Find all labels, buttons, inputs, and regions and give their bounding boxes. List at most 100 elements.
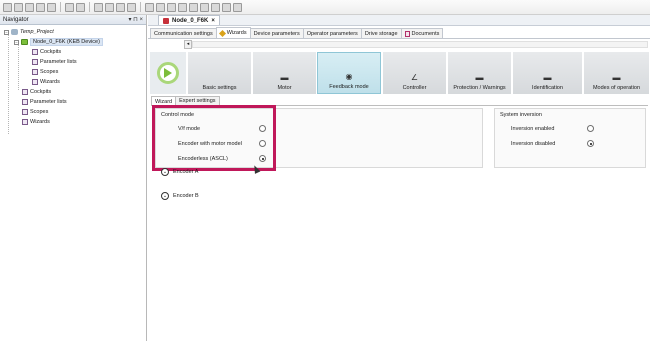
tree-item-device-scopes[interactable]: Scopes bbox=[32, 67, 58, 77]
key-icon[interactable] bbox=[189, 2, 198, 12]
document-tab[interactable]: Node_0_F6K × bbox=[158, 15, 220, 25]
wizard-step-bar: Basic settings ▬ Motor ◉ Feedback mode ∠… bbox=[148, 52, 650, 94]
tree-item-label: Scopes bbox=[40, 69, 59, 75]
redo-icon[interactable] bbox=[76, 2, 85, 12]
print-icon[interactable] bbox=[47, 2, 56, 12]
option-inversion-enabled-label: Inversion enabled bbox=[511, 126, 555, 132]
step-protection-warnings[interactable]: ▬ Protection / Warnings bbox=[447, 52, 511, 94]
scroll-track[interactable] bbox=[192, 41, 648, 48]
step-label: Protection / Warnings bbox=[453, 85, 506, 91]
collapse-icon[interactable]: − bbox=[14, 39, 19, 45]
tree-item-scopes[interactable]: Scopes bbox=[22, 107, 48, 117]
tree-item-label: Temp_Project bbox=[20, 29, 54, 35]
encoder-b-label: Encoder B bbox=[173, 193, 199, 199]
tree-item-wizards[interactable]: Wizards bbox=[22, 117, 50, 127]
delete-icon[interactable] bbox=[127, 2, 136, 12]
option-inversion-disabled-label: Inversion disabled bbox=[511, 141, 556, 147]
tab-device-parameters[interactable]: Device parameters bbox=[249, 28, 304, 38]
tab-expert-settings[interactable]: Expert settings bbox=[175, 96, 220, 105]
online-icon[interactable] bbox=[167, 2, 176, 12]
tree-item-cockpits[interactable]: Cockpits bbox=[22, 87, 51, 97]
step-label: Controller bbox=[402, 85, 427, 91]
tab-documents[interactable]: Documents bbox=[400, 28, 444, 38]
tab-communication-settings[interactable]: Communication settings bbox=[150, 28, 217, 38]
step-modes-of-operation[interactable]: ▬ Modes of operation bbox=[583, 52, 649, 94]
save-icon[interactable] bbox=[25, 2, 34, 12]
tree-item-label: Wizards bbox=[40, 79, 60, 85]
wand-icon bbox=[218, 29, 226, 37]
tree-item-parameter-lists[interactable]: Parameter lists bbox=[22, 97, 67, 107]
navigator-title: Navigator bbox=[3, 16, 29, 23]
tab-label: Wizard bbox=[155, 98, 173, 105]
tree-item-label: Node_0_F6K (KEB Device) bbox=[30, 38, 103, 46]
tree-item-device-parameter-lists[interactable]: Parameter lists bbox=[32, 57, 77, 67]
tree-item-label: Cockpits bbox=[40, 49, 62, 55]
tree-item-device[interactable]: − Node_0_F6K (KEB Device) bbox=[14, 37, 103, 47]
step-identification[interactable]: ▬ Identification bbox=[512, 52, 582, 94]
encoder-b-section[interactable]: ⌄ Encoder B bbox=[161, 192, 199, 200]
scan-icon[interactable] bbox=[178, 2, 187, 12]
toolbar-separator bbox=[89, 2, 90, 12]
tab-label: Communication settings bbox=[154, 30, 213, 37]
copy-icon[interactable] bbox=[105, 2, 114, 12]
tree-item-project[interactable]: − Temp_Project bbox=[4, 27, 54, 37]
device-document-icon bbox=[163, 17, 169, 24]
step-controller[interactable]: ∠ Controller bbox=[382, 52, 446, 94]
encoder-a-label: Encoder A bbox=[173, 169, 199, 175]
wizard-start-button[interactable] bbox=[150, 52, 186, 94]
find-icon[interactable] bbox=[145, 2, 154, 12]
save-all-icon[interactable] bbox=[36, 2, 45, 12]
tab-label: Device parameters bbox=[253, 30, 300, 37]
main-toolbar bbox=[0, 0, 650, 15]
tab-wizards[interactable]: Wizards bbox=[215, 27, 251, 38]
identification-icon: ▬ bbox=[543, 73, 552, 82]
editor-area: Node_0_F6K × Communication settings Wiza… bbox=[148, 15, 650, 341]
download-icon[interactable] bbox=[200, 2, 209, 12]
tree-guide-line bbox=[8, 32, 9, 134]
undo-icon[interactable] bbox=[65, 2, 74, 12]
wizard-icon bbox=[22, 119, 28, 125]
wizard-icon bbox=[32, 79, 38, 85]
play-arrow-icon bbox=[164, 68, 172, 78]
document-tab-label: Node_0_F6K bbox=[172, 17, 209, 24]
add-device-icon[interactable] bbox=[156, 2, 165, 12]
open-project-icon[interactable] bbox=[14, 2, 23, 12]
expand-chevron-icon[interactable]: ⌄ bbox=[161, 192, 169, 200]
system-inversion-title: System inversion bbox=[500, 112, 542, 118]
new-project-icon[interactable] bbox=[3, 2, 12, 12]
tab-drive-storage[interactable]: Drive storage bbox=[360, 28, 402, 38]
navigator-window-controls[interactable]: ▾ ⊓ × bbox=[128, 16, 143, 23]
paste-icon[interactable] bbox=[116, 2, 125, 12]
radio-inversion-disabled[interactable] bbox=[587, 140, 594, 147]
toolbar-separator bbox=[140, 2, 141, 12]
tab-divider bbox=[148, 38, 650, 39]
cockpit-icon bbox=[22, 89, 28, 95]
tree-item-device-cockpits[interactable]: Cockpits bbox=[32, 47, 61, 57]
modes-icon: ▬ bbox=[612, 73, 621, 82]
settings-icon[interactable] bbox=[233, 2, 242, 12]
tree-item-label: Parameter lists bbox=[30, 99, 67, 105]
expand-chevron-icon[interactable]: ⌄ bbox=[161, 168, 169, 176]
tab-label: Expert settings bbox=[179, 98, 216, 104]
document-tabbar: Node_0_F6K × bbox=[148, 15, 650, 26]
protection-icon: ▬ bbox=[475, 73, 484, 82]
motor-icon: ▬ bbox=[280, 73, 289, 82]
scope-icon[interactable] bbox=[222, 2, 231, 12]
cut-icon[interactable] bbox=[94, 2, 103, 12]
collapse-icon[interactable]: − bbox=[4, 29, 9, 35]
upload-icon[interactable] bbox=[211, 2, 220, 12]
step-scrollbar[interactable]: ◂ bbox=[154, 40, 648, 49]
tab-operator-parameters[interactable]: Operator parameters bbox=[302, 28, 362, 38]
parameter-list-icon bbox=[32, 59, 38, 65]
encoder-a-section[interactable]: ⌄ Encoder A bbox=[161, 168, 198, 176]
step-feedback-mode[interactable]: ◉ Feedback mode bbox=[317, 52, 381, 94]
scroll-left-icon[interactable]: ◂ bbox=[184, 40, 192, 49]
step-label: Feedback mode bbox=[329, 84, 369, 90]
close-icon[interactable]: × bbox=[211, 18, 215, 24]
tree-item-device-wizards[interactable]: Wizards bbox=[32, 77, 60, 87]
navigator-panel: Navigator ▾ ⊓ × − Temp_Project − Node_0_… bbox=[0, 15, 147, 341]
radio-inversion-enabled[interactable] bbox=[587, 125, 594, 132]
step-motor[interactable]: ▬ Motor bbox=[252, 52, 316, 94]
navigator-header: Navigator ▾ ⊓ × bbox=[0, 15, 146, 25]
step-basic-settings[interactable]: Basic settings bbox=[187, 52, 251, 94]
